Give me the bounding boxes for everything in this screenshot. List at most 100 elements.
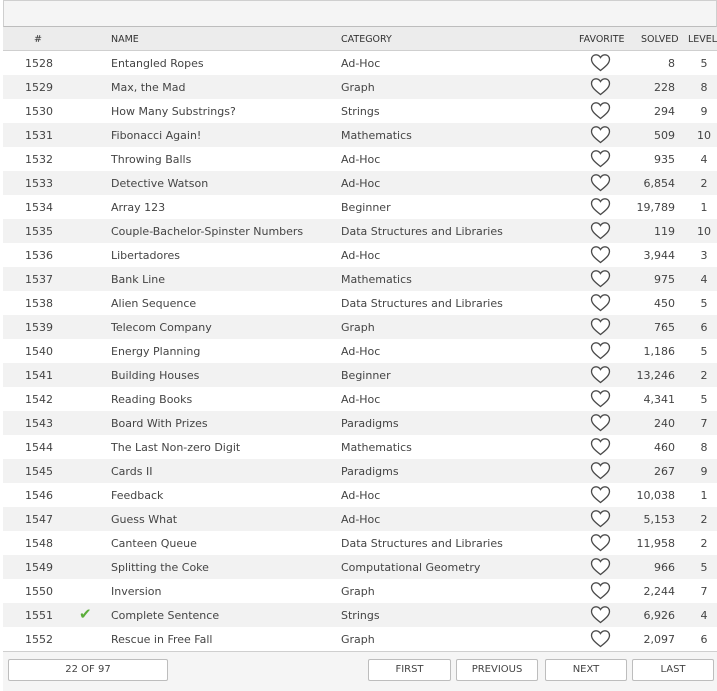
- problem-name-link[interactable]: Reading Books: [111, 393, 192, 406]
- first-page-button[interactable]: FIRST: [368, 659, 451, 681]
- problem-name-link[interactable]: Guess What: [111, 513, 177, 526]
- table-row[interactable]: 1543 Board With Prizes Paradigms 240 7: [3, 411, 717, 435]
- header-number[interactable]: #: [34, 34, 42, 45]
- table-row[interactable]: 1536 Libertadores Ad-Hoc 3,944 3: [3, 243, 717, 267]
- problem-name-link[interactable]: Entangled Ropes: [111, 57, 204, 70]
- problem-name-link[interactable]: How Many Substrings?: [111, 105, 236, 118]
- problem-name-link[interactable]: The Last Non-zero Digit: [111, 441, 240, 454]
- problem-name-link[interactable]: Canteen Queue: [111, 537, 197, 550]
- table-row[interactable]: 1540 Energy Planning Ad-Hoc 1,186 5: [3, 339, 717, 363]
- favorite-heart-icon[interactable]: [590, 341, 611, 361]
- favorite-heart-icon[interactable]: [590, 485, 611, 505]
- table-row[interactable]: 1535 Couple-Bachelor-Spinster Numbers Data…: [3, 219, 717, 243]
- problem-name-link[interactable]: Throwing Balls: [111, 153, 191, 166]
- table-row[interactable]: 1534 Array 123 Beginner 19,789 1: [3, 195, 717, 219]
- table-row[interactable]: 1549 Splitting the Coke Computational Geom…: [3, 555, 717, 579]
- favorite-heart-icon[interactable]: [590, 125, 611, 145]
- header-category[interactable]: CATEGORY: [341, 34, 392, 45]
- table-row[interactable]: 1541 Building Houses Beginner 13,246 2: [3, 363, 717, 387]
- favorite-heart-icon[interactable]: [590, 581, 611, 601]
- header-solved[interactable]: SOLVED: [641, 34, 679, 45]
- table-row[interactable]: 1552 Rescue in Free Fall Graph 2,097 6: [3, 627, 717, 651]
- table-row[interactable]: 1529 Max, the Mad Graph 228 8: [3, 75, 717, 99]
- problem-name-link[interactable]: Building Houses: [111, 369, 199, 382]
- problem-name-link[interactable]: Energy Planning: [111, 345, 200, 358]
- problem-category-link[interactable]: Computational Geometry: [341, 561, 480, 574]
- favorite-heart-icon[interactable]: [590, 509, 611, 529]
- table-row[interactable]: 1545 Cards II Paradigms 267 9: [3, 459, 717, 483]
- table-row[interactable]: 1528 Entangled Ropes Ad-Hoc 8 5: [3, 51, 717, 75]
- problem-category-link[interactable]: Data Structures and Libraries: [341, 225, 503, 238]
- next-page-button[interactable]: NEXT: [545, 659, 627, 681]
- table-row[interactable]: 1538 Alien Sequence Data Structures and Li…: [3, 291, 717, 315]
- problem-category-link[interactable]: Paradigms: [341, 465, 399, 478]
- problem-category-link[interactable]: Mathematics: [341, 273, 412, 286]
- problem-name-link[interactable]: Complete Sentence: [111, 609, 219, 622]
- table-row[interactable]: 1547 Guess What Ad-Hoc 5,153 2: [3, 507, 717, 531]
- favorite-heart-icon[interactable]: [590, 533, 611, 553]
- problem-category-link[interactable]: Paradigms: [341, 417, 399, 430]
- table-row[interactable]: 1539 Telecom Company Graph 765 6: [3, 315, 717, 339]
- problem-name-link[interactable]: Array 123: [111, 201, 165, 214]
- table-row[interactable]: 1546 Feedback Ad-Hoc 10,038 1: [3, 483, 717, 507]
- favorite-heart-icon[interactable]: [590, 101, 611, 121]
- favorite-heart-icon[interactable]: [590, 221, 611, 241]
- problem-name-link[interactable]: Rescue in Free Fall: [111, 633, 212, 646]
- problem-category-link[interactable]: Ad-Hoc: [341, 393, 380, 406]
- problem-category-link[interactable]: Ad-Hoc: [341, 177, 380, 190]
- problem-name-link[interactable]: Cards II: [111, 465, 152, 478]
- problem-name-link[interactable]: Libertadores: [111, 249, 180, 262]
- table-row[interactable]: 1551 ✔ Complete Sentence Strings 6,926 4: [3, 603, 717, 627]
- problem-name-link[interactable]: Inversion: [111, 585, 162, 598]
- favorite-heart-icon[interactable]: [590, 629, 611, 649]
- problem-name-link[interactable]: Max, the Mad: [111, 81, 186, 94]
- problem-category-link[interactable]: Graph: [341, 321, 375, 334]
- problem-category-link[interactable]: Strings: [341, 105, 380, 118]
- favorite-heart-icon[interactable]: [590, 149, 611, 169]
- header-name[interactable]: NAME: [111, 34, 139, 45]
- problem-category-link[interactable]: Graph: [341, 633, 375, 646]
- favorite-heart-icon[interactable]: [590, 293, 611, 313]
- favorite-heart-icon[interactable]: [590, 557, 611, 577]
- table-row[interactable]: 1532 Throwing Balls Ad-Hoc 935 4: [3, 147, 717, 171]
- favorite-heart-icon[interactable]: [590, 197, 611, 217]
- problem-category-link[interactable]: Strings: [341, 609, 380, 622]
- problem-category-link[interactable]: Data Structures and Libraries: [341, 297, 503, 310]
- problem-name-link[interactable]: Fibonacci Again!: [111, 129, 201, 142]
- favorite-heart-icon[interactable]: [590, 317, 611, 337]
- problem-category-link[interactable]: Graph: [341, 81, 375, 94]
- problem-category-link[interactable]: Beginner: [341, 369, 391, 382]
- problem-category-link[interactable]: Ad-Hoc: [341, 345, 380, 358]
- problem-name-link[interactable]: Detective Watson: [111, 177, 208, 190]
- problem-category-link[interactable]: Ad-Hoc: [341, 57, 380, 70]
- header-level[interactable]: LEVEL: [688, 34, 717, 45]
- problem-category-link[interactable]: Ad-Hoc: [341, 153, 380, 166]
- favorite-heart-icon[interactable]: [590, 245, 611, 265]
- problem-name-link[interactable]: Board With Prizes: [111, 417, 208, 430]
- favorite-heart-icon[interactable]: [590, 389, 611, 409]
- problem-name-link[interactable]: Bank Line: [111, 273, 165, 286]
- table-row[interactable]: 1548 Canteen Queue Data Structures and Lib…: [3, 531, 717, 555]
- problem-category-link[interactable]: Ad-Hoc: [341, 249, 380, 262]
- favorite-heart-icon[interactable]: [590, 461, 611, 481]
- favorite-heart-icon[interactable]: [590, 365, 611, 385]
- last-page-button[interactable]: LAST: [632, 659, 714, 681]
- table-row[interactable]: 1537 Bank Line Mathematics 975 4: [3, 267, 717, 291]
- problem-category-link[interactable]: Beginner: [341, 201, 391, 214]
- favorite-heart-icon[interactable]: [590, 605, 611, 625]
- favorite-heart-icon[interactable]: [590, 413, 611, 433]
- table-row[interactable]: 1542 Reading Books Ad-Hoc 4,341 5: [3, 387, 717, 411]
- problem-name-link[interactable]: Splitting the Coke: [111, 561, 209, 574]
- problem-name-link[interactable]: Feedback: [111, 489, 163, 502]
- problem-name-link[interactable]: Couple-Bachelor-Spinster Numbers: [111, 225, 303, 238]
- problem-category-link[interactable]: Ad-Hoc: [341, 489, 380, 502]
- header-favorite[interactable]: FAVORITE: [579, 34, 625, 45]
- favorite-heart-icon[interactable]: [590, 53, 611, 73]
- favorite-heart-icon[interactable]: [590, 269, 611, 289]
- table-row[interactable]: 1531 Fibonacci Again! Mathematics 509 10: [3, 123, 717, 147]
- favorite-heart-icon[interactable]: [590, 173, 611, 193]
- problem-category-link[interactable]: Graph: [341, 585, 375, 598]
- problem-name-link[interactable]: Telecom Company: [111, 321, 212, 334]
- problem-category-link[interactable]: Mathematics: [341, 441, 412, 454]
- problem-category-link[interactable]: Ad-Hoc: [341, 513, 380, 526]
